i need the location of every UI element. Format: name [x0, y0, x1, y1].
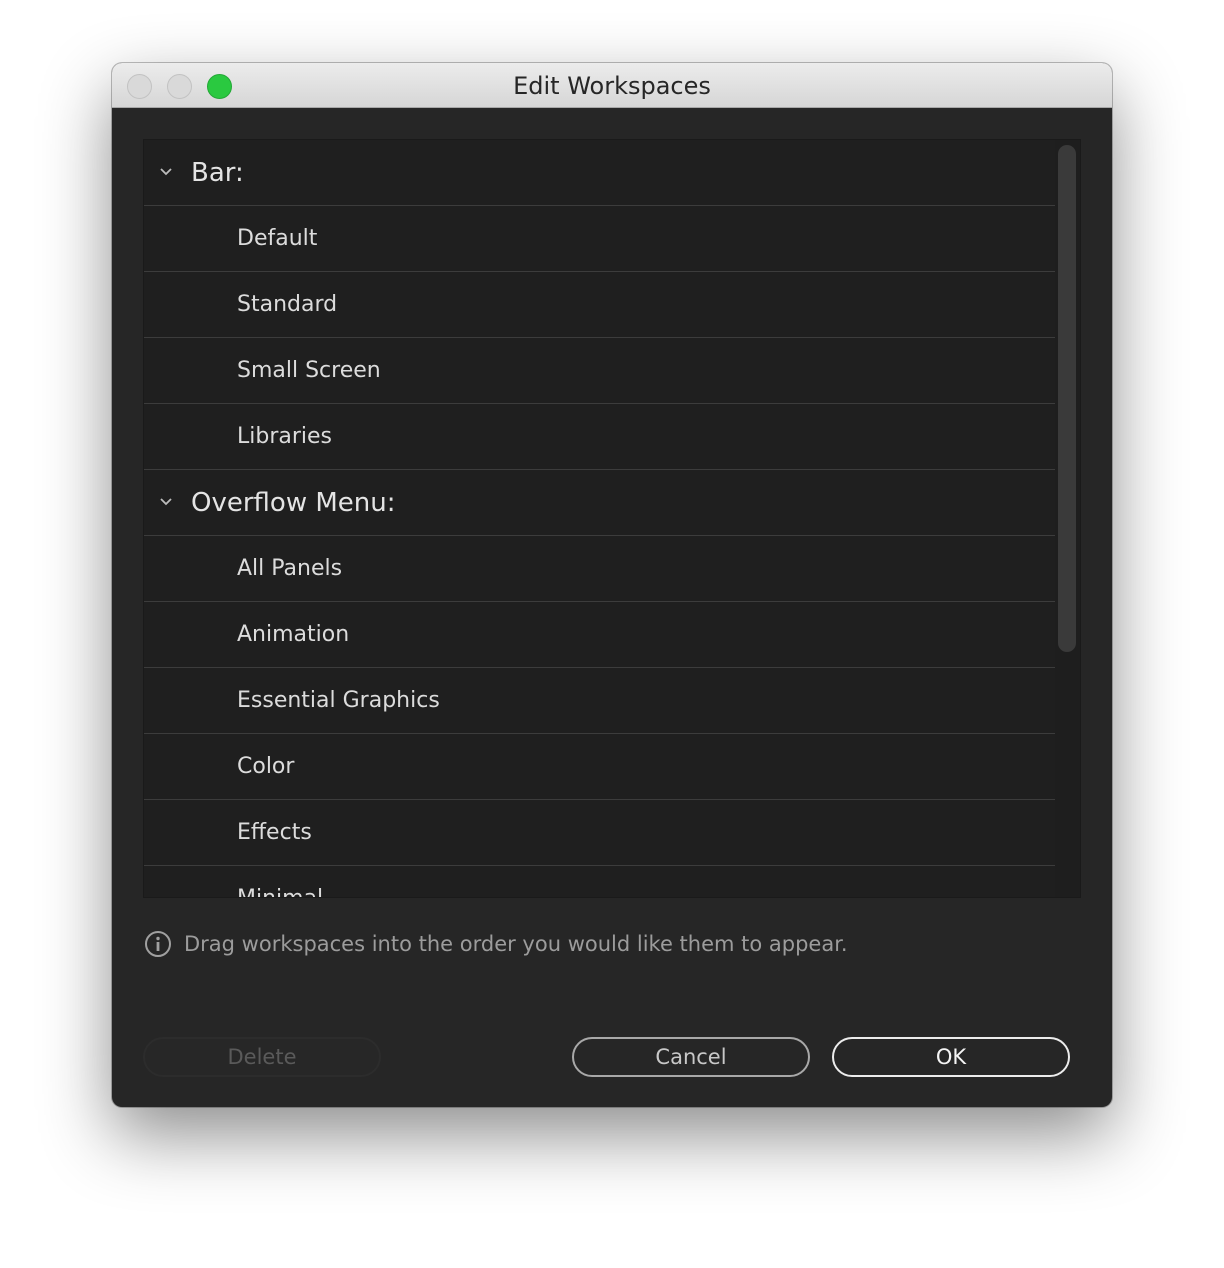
workspace-list[interactable]: Bar: Default Standard Small Screen Libra…: [143, 139, 1081, 898]
dialog-title: Edit Workspaces: [513, 72, 711, 100]
info-icon: [145, 931, 171, 957]
workspace-label: Default: [237, 226, 318, 251]
chevron-down-icon[interactable]: [158, 494, 174, 510]
workspace-label: Libraries: [237, 424, 333, 449]
workspace-label: Effects: [237, 820, 312, 845]
workspace-label: Standard: [237, 292, 338, 317]
workspace-item-minimal[interactable]: Minimal: [144, 866, 1055, 897]
workspace-item-standard[interactable]: Standard: [144, 272, 1055, 338]
workspace-item-essential-graphics[interactable]: Essential Graphics: [144, 668, 1055, 734]
workspace-label: All Panels: [237, 556, 343, 581]
workspace-item-color[interactable]: Color: [144, 734, 1055, 800]
cancel-button[interactable]: Cancel: [572, 1037, 810, 1077]
workspace-item-all-panels[interactable]: All Panels: [144, 536, 1055, 602]
workspace-item-small-screen[interactable]: Small Screen: [144, 338, 1055, 404]
edit-workspaces-dialog: Edit Workspaces Bar: Default Standard Sm…: [112, 63, 1112, 1107]
workspace-label: Minimal: [237, 866, 323, 897]
workspace-item-animation[interactable]: Animation: [144, 602, 1055, 668]
workspace-label: Animation: [237, 622, 350, 647]
scrollbar-thumb[interactable]: [1058, 145, 1076, 652]
workspace-item-effects[interactable]: Effects: [144, 800, 1055, 866]
ok-button[interactable]: OK: [832, 1037, 1070, 1077]
workspace-item-default[interactable]: Default: [144, 206, 1055, 272]
title-bar[interactable]: Edit Workspaces: [112, 63, 1112, 108]
chevron-down-icon[interactable]: [158, 164, 174, 180]
workspace-label: Small Screen: [237, 358, 381, 383]
workspace-item-libraries[interactable]: Libraries: [144, 404, 1055, 470]
group-header-overflow-menu[interactable]: Overflow Menu:: [144, 470, 1055, 536]
group-header-bar[interactable]: Bar:: [144, 140, 1055, 206]
group-label: Overflow Menu:: [191, 488, 396, 518]
workspace-label: Color: [237, 754, 295, 779]
hint-text: Drag workspaces into the order you would…: [184, 932, 848, 956]
group-label: Bar:: [191, 158, 244, 188]
workspace-label: Essential Graphics: [237, 688, 440, 713]
delete-button[interactable]: Delete: [143, 1037, 381, 1077]
